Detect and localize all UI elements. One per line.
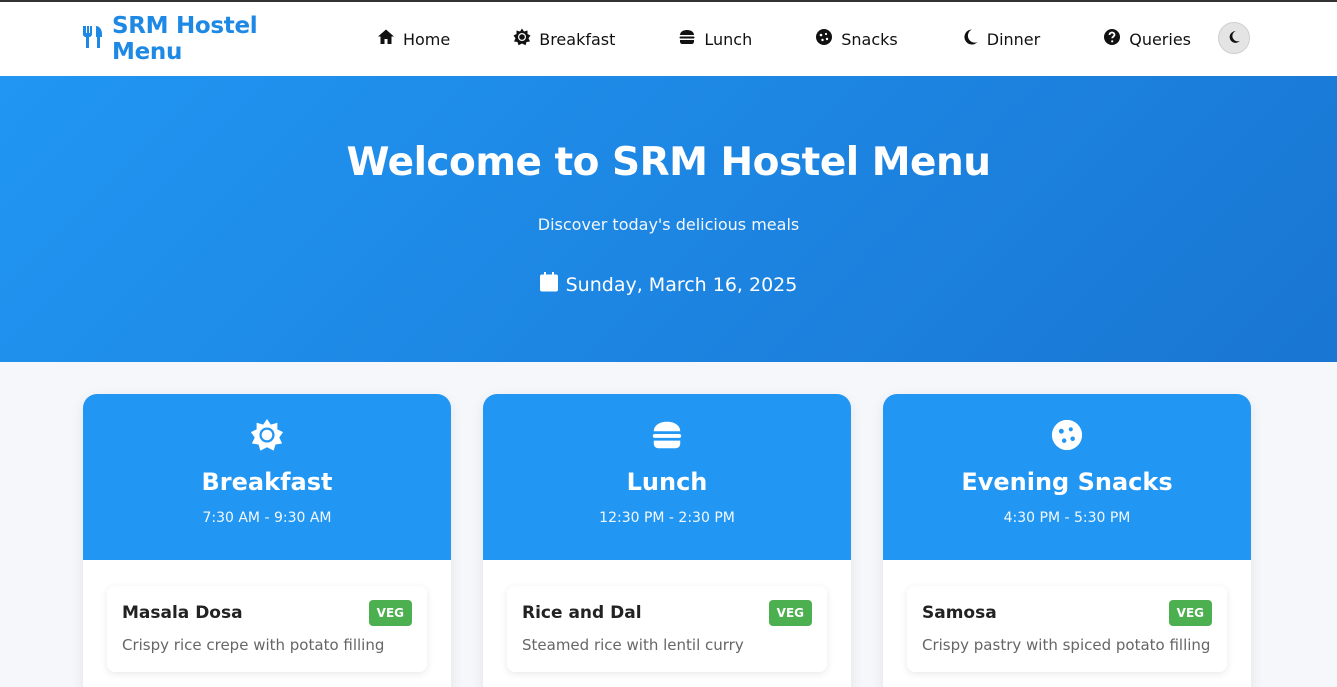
theme-toggle-button[interactable] <box>1218 22 1250 54</box>
brand-title: SRM Hostel Menu <box>112 13 258 65</box>
nav-queries[interactable]: Queries <box>1103 28 1191 50</box>
card-body: Masala Dosa VEG Crispy rice crepe with p… <box>83 560 451 687</box>
card-body: Rice and Dal VEG Steamed rice with lenti… <box>483 560 851 687</box>
nav-links: Home Breakfast Lunch Snacks Dinner Queri… <box>377 28 1254 50</box>
menu-item[interactable]: Samosa VEG Crispy pastry with spiced pot… <box>907 586 1227 672</box>
burger-icon <box>483 418 851 450</box>
moon-icon <box>961 28 979 50</box>
menu-item-row: Samosa VEG <box>922 600 1212 626</box>
home-icon <box>377 28 395 50</box>
hero-title: Welcome to SRM Hostel Menu <box>346 140 991 185</box>
item-description: Crispy rice crepe with potato filling <box>122 636 385 654</box>
card-title: Breakfast <box>201 468 333 496</box>
veg-badge: VEG <box>1168 600 1212 626</box>
menu-item-row: Rice and Dal VEG <box>522 600 812 626</box>
sun-icon <box>513 28 531 50</box>
nav-lunch[interactable]: Lunch <box>678 28 752 50</box>
menu-item[interactable]: Masala Dosa VEG Crispy rice crepe with p… <box>107 586 427 672</box>
nav-dinner-label: Dinner <box>986 29 1041 49</box>
card-time: 7:30 AM - 9:30 AM <box>202 510 332 526</box>
nav-dinner[interactable]: Dinner <box>961 28 1040 50</box>
hero-subtitle: Discover today's delicious meals <box>537 215 800 234</box>
item-description: Crispy pastry with spiced potato filling <box>922 636 1211 654</box>
meal-card-snacks: Evening Snacks 4:30 PM - 5:30 PM Samosa … <box>883 394 1251 687</box>
card-header: Breakfast 7:30 AM - 9:30 AM <box>83 394 451 560</box>
brand-logo[interactable]: SRM Hostel Menu <box>82 13 333 65</box>
veg-badge: VEG <box>368 600 412 626</box>
date-display: Sunday, March 16, 2025 <box>539 272 798 297</box>
card-time: 12:30 PM - 2:30 PM <box>599 510 735 526</box>
meal-cards: Breakfast 7:30 AM - 9:30 AM Masala Dosa … <box>0 362 1337 687</box>
nav-snacks-label: Snacks <box>841 29 898 49</box>
hero-banner: Welcome to SRM Hostel Menu Discover toda… <box>0 76 1337 362</box>
card-header: Evening Snacks 4:30 PM - 5:30 PM <box>883 394 1251 560</box>
card-title: Lunch <box>626 468 708 496</box>
cookie-icon <box>815 28 833 50</box>
utensils-icon <box>82 25 104 53</box>
menu-item-row: Masala Dosa VEG <box>122 600 412 626</box>
burger-icon <box>678 28 696 50</box>
nav-breakfast-label: Breakfast <box>539 29 616 49</box>
cookie-icon <box>883 418 1251 451</box>
nav-lunch-label: Lunch <box>704 29 753 49</box>
card-header: Lunch 12:30 PM - 2:30 PM <box>483 394 851 560</box>
item-name: Samosa <box>922 603 997 623</box>
meal-card-lunch: Lunch 12:30 PM - 2:30 PM Rice and Dal VE… <box>483 394 851 687</box>
sun-icon <box>83 418 451 451</box>
navbar: SRM Hostel Menu Home Breakfast Lunch Sna… <box>0 2 1337 76</box>
card-time: 4:30 PM - 5:30 PM <box>1003 510 1131 526</box>
nav-queries-label: Queries <box>1129 29 1191 49</box>
item-name: Rice and Dal <box>522 603 642 623</box>
item-description: Steamed rice with lentil curry <box>522 636 744 654</box>
nav-snacks[interactable]: Snacks <box>815 28 898 50</box>
nav-breakfast[interactable]: Breakfast <box>513 28 615 50</box>
date-text: Sunday, March 16, 2025 <box>565 273 798 296</box>
veg-badge: VEG <box>768 600 812 626</box>
question-circle-icon <box>1103 28 1121 50</box>
calendar-icon <box>539 272 558 297</box>
moon-icon <box>1227 29 1241 48</box>
nav-home[interactable]: Home <box>377 28 450 50</box>
card-title: Evening Snacks <box>961 468 1173 496</box>
card-body: Samosa VEG Crispy pastry with spiced pot… <box>883 560 1251 687</box>
menu-item[interactable]: Rice and Dal VEG Steamed rice with lenti… <box>507 586 827 672</box>
meal-card-breakfast: Breakfast 7:30 AM - 9:30 AM Masala Dosa … <box>83 394 451 687</box>
nav-home-label: Home <box>402 29 451 49</box>
item-name: Masala Dosa <box>122 603 243 623</box>
